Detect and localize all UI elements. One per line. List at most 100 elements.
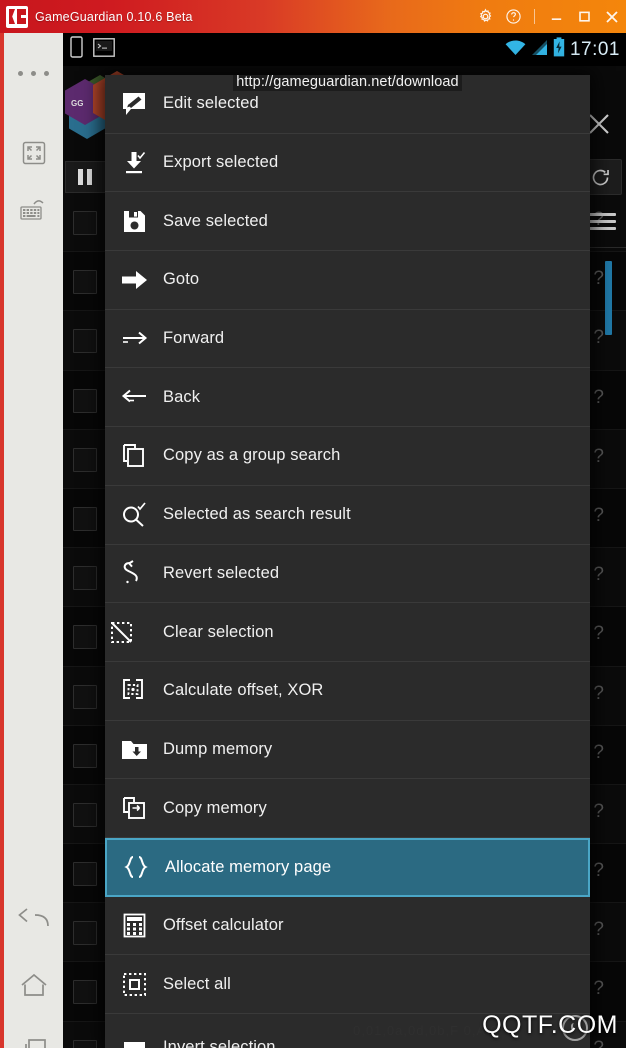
menu-item-label: Invert selection [163, 1038, 276, 1048]
minimize-button[interactable] [542, 0, 570, 33]
menu-item-selected-as-search-result[interactable]: Selected as search result [105, 485, 590, 545]
menu-item-copy-as-group-search[interactable]: Copy as a group search [105, 427, 590, 486]
menu-item-label: Edit selected [163, 94, 259, 113]
watermark: QQTF.COM [482, 1011, 618, 1039]
help-button[interactable] [499, 0, 527, 33]
wifi-icon [505, 39, 526, 61]
dot [18, 70, 23, 76]
row-checkbox[interactable] [73, 329, 97, 354]
row-marker: ? [593, 978, 604, 1000]
arrow-right-solid-icon [105, 269, 163, 291]
menu-item-label: Revert selected [163, 563, 280, 582]
android-recents-button[interactable] [4, 1025, 63, 1048]
menu-item-label: Back [163, 387, 201, 406]
menu-item-copy-memory[interactable]: Copy memory [105, 779, 590, 838]
dot [44, 70, 49, 76]
menu-item-calculate-offset-xor[interactable]: Calculate offset, XOR [105, 661, 590, 721]
row-marker: ? [593, 860, 604, 882]
menu-item-label: Selected as search result [163, 505, 351, 524]
row-checkbox[interactable] [73, 921, 97, 946]
row-checkbox[interactable] [73, 447, 97, 472]
app-tile-gg-label: GG [71, 99, 84, 108]
menu-item-label: Clear selection [163, 622, 274, 641]
row-checkbox[interactable] [73, 802, 97, 827]
row-marker: ? [593, 327, 604, 349]
status-bar-left-icons [70, 36, 115, 63]
menu-item-dump-memory[interactable]: Dump memory [105, 720, 590, 780]
emulator-sidebar [0, 33, 63, 1048]
select-all-icon [105, 972, 163, 997]
menu-item-label: Copy as a group search [163, 446, 341, 465]
menu-item-export-selected[interactable]: Export selected [105, 133, 590, 193]
row-marker: ? [593, 741, 604, 763]
revert-undo-icon [105, 560, 163, 586]
row-marker: ? [593, 623, 604, 645]
menu-item-select-all[interactable]: Select all [105, 955, 590, 1014]
row-marker: ? [593, 919, 604, 941]
row-checkbox[interactable] [73, 566, 97, 591]
menu-item-allocate-memory-page[interactable]: Allocate memory page [105, 837, 590, 897]
menu-item-goto[interactable]: Goto [105, 251, 590, 310]
edit-pencil-icon [105, 91, 163, 117]
pause-icon [78, 169, 92, 185]
copy-pages-icon [105, 443, 163, 468]
battery-icon [553, 37, 565, 62]
row-checkbox[interactable] [73, 1039, 97, 1048]
row-checkbox[interactable] [73, 743, 97, 768]
android-back-button[interactable] [4, 895, 63, 943]
menu-item-save-selected[interactable]: Save selected [105, 192, 590, 252]
signal-icon [531, 39, 548, 61]
menu-item-clear-selection[interactable]: Clear selection [105, 603, 590, 662]
row-marker: ? [593, 564, 604, 586]
menu-item-label: Offset calculator [163, 915, 284, 934]
menu-item-label: Copy memory [163, 798, 267, 817]
row-marker: ? [593, 445, 604, 467]
calculator-icon [105, 913, 163, 938]
window-controls [471, 0, 626, 33]
status-bar-right-icons: 17:01 [505, 33, 620, 66]
background-hex-text: 0,01,0a,0d,0b,F 0,A 0 [353, 1023, 499, 1038]
row-checkbox[interactable] [73, 388, 97, 413]
folder-download-icon [105, 738, 163, 761]
row-checkbox[interactable] [73, 684, 97, 709]
android-status-bar: 17:01 [63, 33, 626, 66]
invert-selection-icon [105, 1036, 163, 1048]
window-title-bar: GameGuardian 0.10.6 Beta [0, 0, 626, 33]
menu-item-label: Dump memory [163, 739, 273, 758]
menu-item-label: Allocate memory page [165, 857, 332, 876]
more-options-button[interactable] [4, 59, 63, 87]
menu-item-label: Goto [163, 270, 200, 289]
row-checkbox[interactable] [73, 980, 97, 1005]
phone-icon [70, 36, 83, 63]
keyboard-mapping-button[interactable] [4, 191, 63, 231]
menu-item-label: Save selected [163, 211, 268, 230]
copy-memory-icon [105, 796, 163, 821]
forward-arrow-icon [105, 328, 163, 350]
menu-item-label: Export selected [163, 153, 279, 172]
menu-item-offset-calculator[interactable]: Offset calculator [105, 896, 590, 956]
menu-item-edit-selected[interactable]: Edit selected [105, 75, 590, 134]
floppy-save-icon [105, 209, 163, 234]
row-checkbox[interactable] [73, 506, 97, 531]
row-checkbox[interactable] [73, 862, 97, 887]
maximize-button[interactable] [570, 0, 598, 33]
search-check-icon [105, 502, 163, 528]
row-checkbox[interactable] [73, 270, 97, 295]
menu-item-forward[interactable]: Forward [105, 309, 590, 369]
list-scrollbar[interactable] [605, 261, 612, 335]
row-marker: ? [593, 268, 604, 290]
row-marker: ? [593, 800, 604, 822]
row-marker: ? [593, 386, 604, 408]
android-home-button[interactable] [4, 961, 63, 1009]
settings-button[interactable] [471, 0, 499, 33]
row-checkbox[interactable] [73, 625, 97, 650]
row-checkbox[interactable] [73, 211, 97, 235]
fullscreen-button[interactable] [4, 133, 63, 173]
close-button[interactable] [598, 0, 626, 33]
gameguardian-logo-icon [6, 5, 28, 28]
menu-item-back[interactable]: Back [105, 368, 590, 428]
calculate-offset-icon [105, 678, 163, 703]
menu-item-revert-selected[interactable]: Revert selected [105, 544, 590, 604]
back-arrow-icon [105, 386, 163, 408]
menu-item-label: Forward [163, 329, 225, 348]
